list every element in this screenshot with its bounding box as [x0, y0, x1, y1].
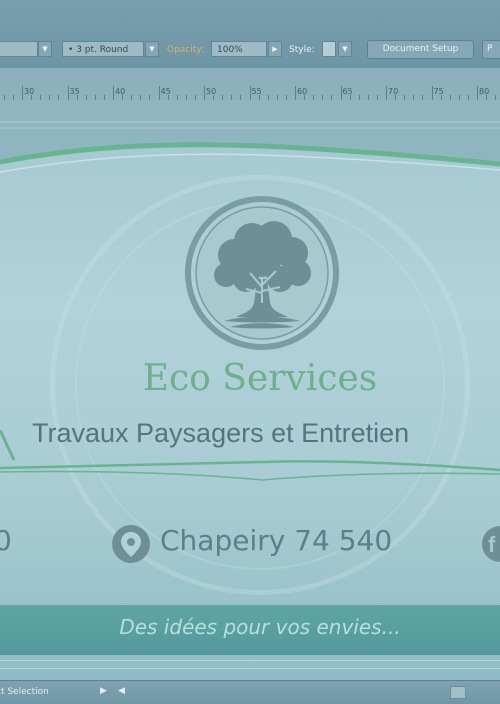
ruler-label: 80: [479, 87, 490, 96]
address-text: Chapeiry 74 540: [160, 524, 393, 557]
scroll-left-arrow-icon[interactable]: ◀: [118, 686, 125, 696]
status-menu-arrow-icon[interactable]: ▶: [100, 686, 107, 696]
opacity-label[interactable]: Opacity:: [167, 41, 204, 59]
ruler-label: 30: [24, 87, 35, 96]
horizontal-ruler[interactable]: 30 35 40 45 50 55 60 65 70 75 80: [0, 68, 500, 101]
control-bar: ▼ • 3 pt. Round ▼ Opacity: 100% ▶ Style:…: [0, 0, 500, 69]
map-pin-icon: [112, 525, 150, 563]
graphic-style-swatch[interactable]: [322, 41, 336, 57]
ruler-tick: [295, 86, 296, 100]
stroke-weight-dropdown[interactable]: ▼: [38, 41, 52, 57]
facebook-icon: f: [482, 526, 500, 562]
current-tool-label[interactable]: ct Selection: [0, 687, 49, 697]
stroke-profile-dropdown[interactable]: ▼: [145, 41, 159, 57]
tree-logo-icon: [185, 196, 339, 350]
style-label: Style:: [289, 45, 315, 55]
stroke-profile-dot-icon: •: [68, 45, 74, 55]
artboard-canvas[interactable]: Eco Services Travaux Paysagers et Entret…: [0, 100, 500, 680]
ruler-label: 70: [388, 87, 399, 96]
status-bar: ct Selection ▶ ◀: [0, 680, 500, 704]
ruler-tick: [340, 86, 342, 100]
ruler-label: 55: [251, 87, 262, 96]
ruler-label: 75: [433, 87, 444, 96]
stroke-weight-field[interactable]: [0, 41, 38, 57]
ruler-label: 50: [206, 87, 217, 96]
ruler-tick: [431, 86, 433, 100]
ruler-tick: [22, 86, 23, 100]
document-setup-button[interactable]: Document Setup: [367, 40, 474, 59]
graphic-style-dropdown[interactable]: ▼: [338, 41, 352, 57]
swoosh-decoration: [0, 430, 500, 481]
guide-line: [0, 668, 500, 669]
ruler-tick: [386, 86, 387, 100]
ruler-label: 40: [115, 87, 126, 96]
opacity-dropdown[interactable]: ▶: [268, 41, 282, 57]
ruler-label: 60: [297, 87, 308, 96]
ruler-label: 45: [160, 87, 171, 96]
phone-number-fragment: 0: [0, 524, 12, 557]
guide-line: [0, 660, 500, 661]
slogan-band: Des idées pour vos envies...: [0, 605, 500, 655]
opacity-field[interactable]: 100%: [211, 41, 267, 57]
ruler-tick: [249, 86, 251, 100]
horizontal-scrollbar-thumb[interactable]: [450, 686, 466, 699]
stroke-profile-label: 3 pt. Round: [76, 45, 129, 55]
brand-name: Eco Services: [142, 358, 378, 399]
ruler-tick: [477, 86, 478, 100]
slogan-text: Des idées pour vos envies...: [119, 615, 401, 639]
ruler-label: 65: [342, 87, 353, 96]
ruler-tick: [158, 86, 160, 100]
ruler-tick: [113, 86, 114, 100]
ruler-tick: [204, 86, 205, 100]
variable-width-profile[interactable]: • 3 pt. Round: [62, 41, 144, 57]
ruler-label: 35: [69, 87, 80, 96]
ruler-tick: [67, 86, 69, 100]
preferences-button[interactable]: P: [482, 40, 500, 59]
